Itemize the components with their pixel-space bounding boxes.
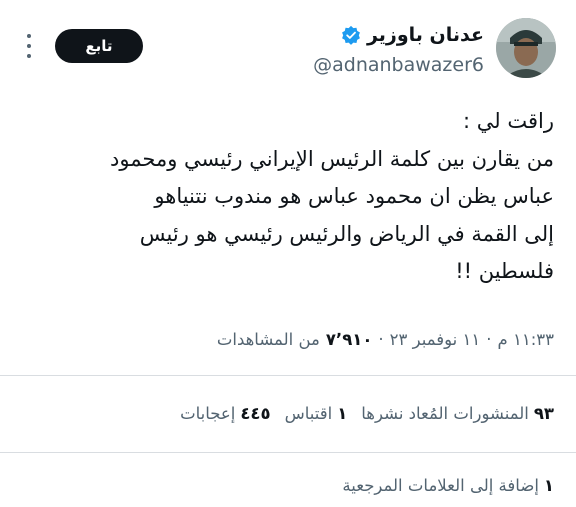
author-name[interactable]: عدنان باوزير: [367, 24, 484, 46]
quotes-label: اقتباس: [284, 404, 333, 423]
quotes-stat[interactable]: ١ اقتباس: [285, 404, 348, 423]
likes-count: ٤٤٥: [240, 404, 271, 423]
bookmarks-label: إضافة إلى العلامات المرجعية: [342, 476, 539, 495]
tweet-date[interactable]: ١١ نوفمبر ٢٣: [390, 330, 481, 349]
quotes-count: ١: [337, 404, 348, 423]
bookmarks-stat[interactable]: ١ إضافة إلى العلامات المرجعية: [342, 476, 554, 495]
author-handle[interactable]: @adnanbawazer6: [313, 54, 484, 76]
engagement-stats: ٩٣ المنشورات المُعاد نشرها ١ اقتباس ٤٤٥ …: [180, 404, 554, 423]
more-dot: [27, 54, 31, 58]
likes-label: إعجابات: [180, 404, 236, 423]
avatar[interactable]: [496, 18, 556, 78]
divider: [0, 452, 576, 453]
likes-stat[interactable]: ٤٤٥ إعجابات: [180, 404, 270, 423]
views-count: ٧٬٩١٠: [325, 330, 373, 349]
reposts-label: المنشورات المُعاد نشرها: [361, 404, 529, 423]
views-label: من المشاهدات: [216, 330, 320, 349]
verified-badge-icon: [342, 25, 360, 45]
divider: [0, 375, 576, 376]
reposts-stat[interactable]: ٩٣ المنشورات المُعاد نشرها: [361, 404, 554, 423]
tweet-time[interactable]: ١١:٣٣ م: [498, 330, 554, 349]
more-dot: [27, 34, 31, 38]
follow-button[interactable]: تابع: [55, 29, 143, 63]
tweet-meta: ١١:٣٣ م · ١١ نوفمبر ٢٣ · ٧٬٩١٠ من المشاه…: [217, 330, 554, 349]
reposts-count: ٩٣: [533, 404, 554, 423]
meta-separator: ·: [378, 330, 384, 349]
author-name-row: عدنان باوزير: [341, 24, 484, 46]
bookmarks-count: ١: [543, 476, 554, 495]
meta-separator: ·: [486, 330, 492, 349]
more-dot: [27, 44, 31, 48]
tweet-text: راقت لي : من يقارن بين كلمة الرئيس الإير…: [110, 109, 554, 283]
avatar-photo-icon: [496, 18, 556, 78]
tweet-card: عدنان باوزير @adnanbawazer6 تابع راقت لي…: [0, 0, 576, 507]
more-dots-icon[interactable]: [18, 34, 40, 58]
